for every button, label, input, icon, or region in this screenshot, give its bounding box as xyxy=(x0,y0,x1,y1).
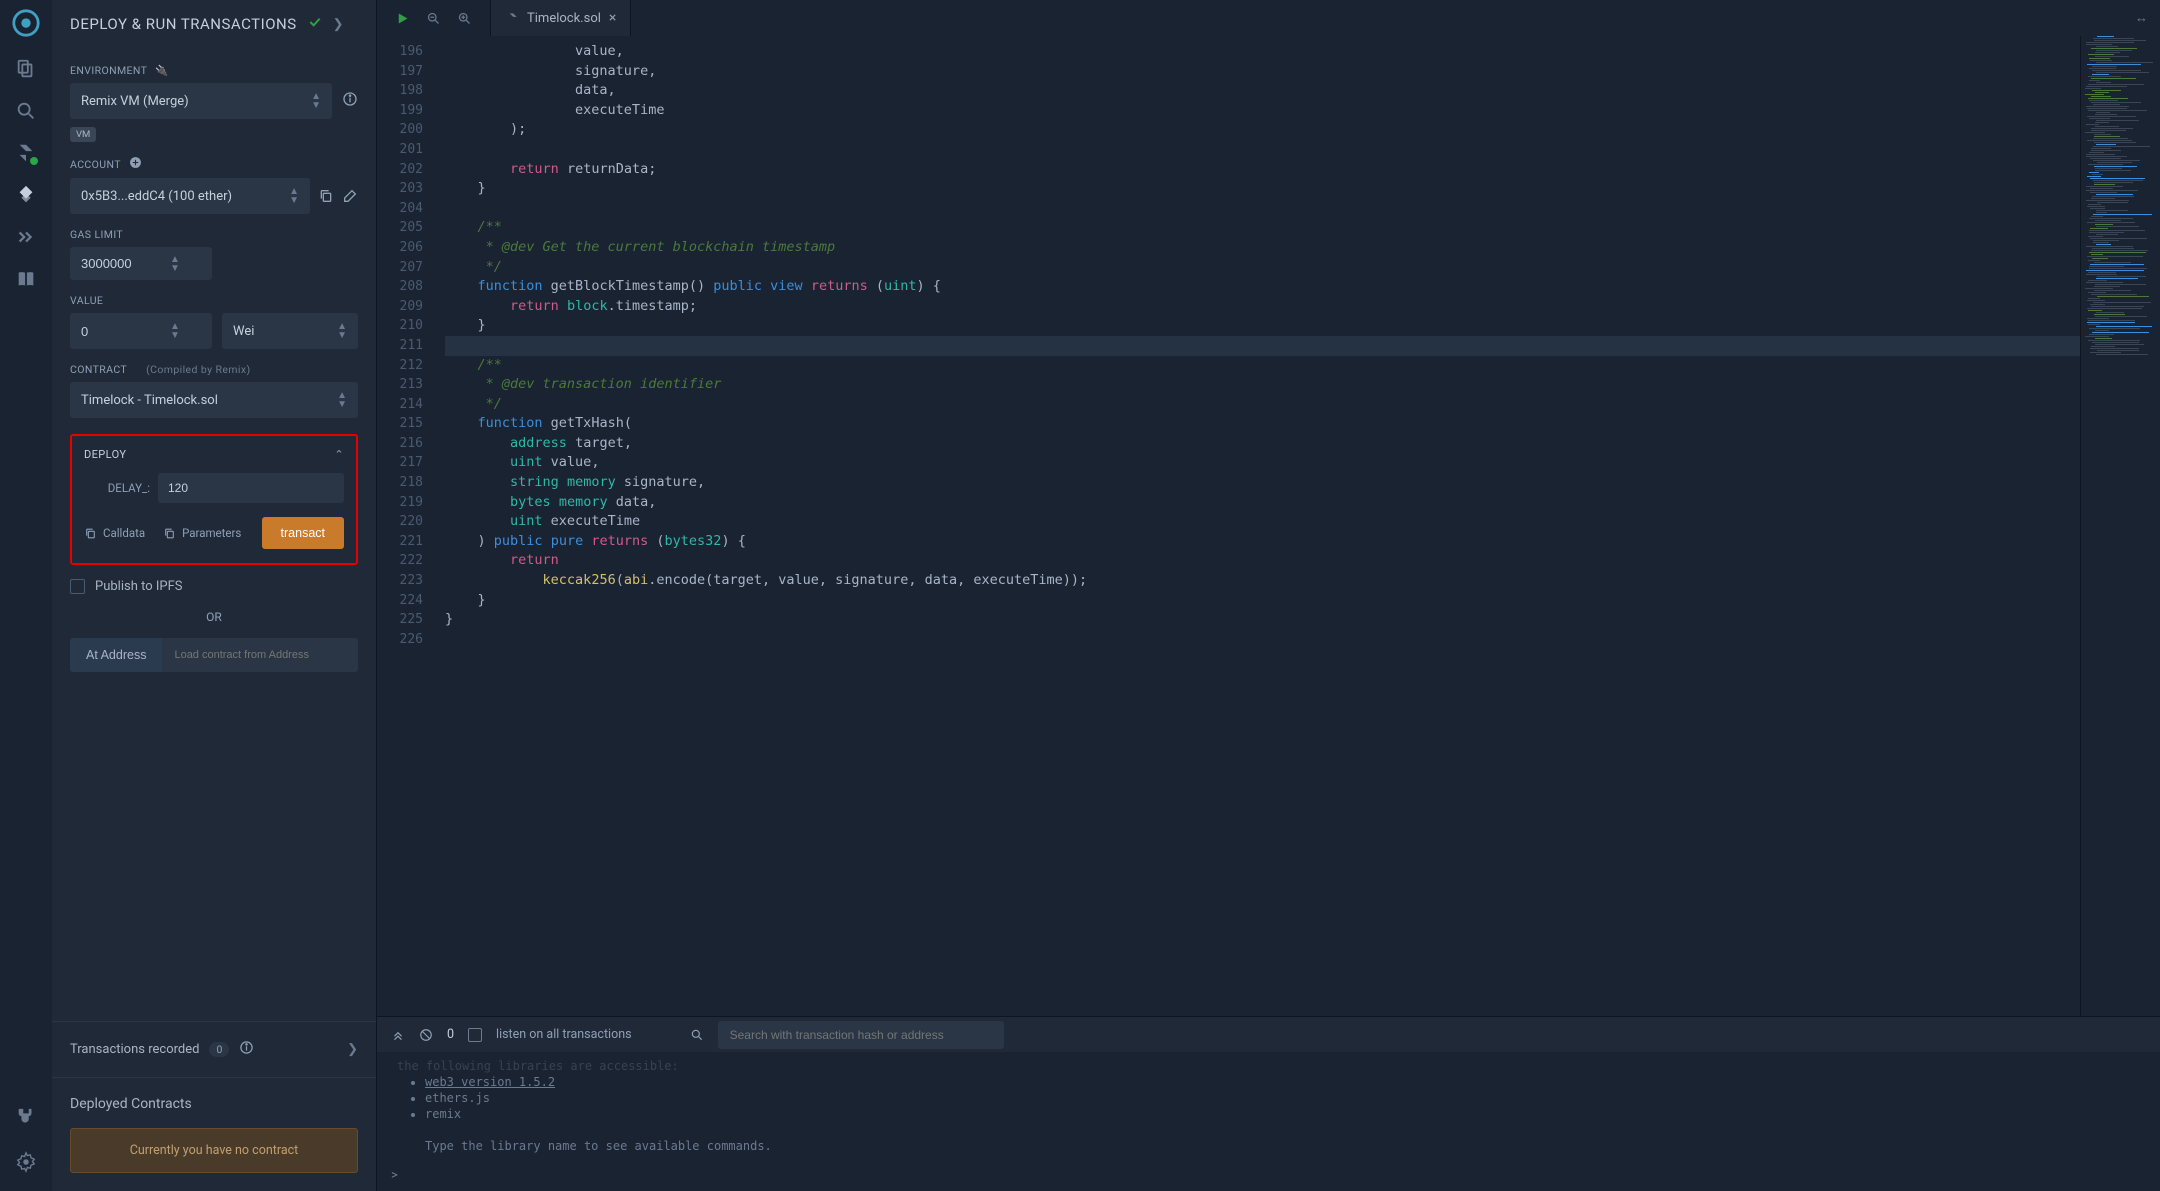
plugin-icon[interactable] xyxy=(15,1107,37,1129)
deploy-label: DEPLOY xyxy=(84,448,126,461)
deployed-contracts-label: Deployed Contracts xyxy=(70,1096,358,1112)
search-icon[interactable] xyxy=(690,1028,704,1042)
collapse-icon[interactable] xyxy=(391,1028,405,1042)
edit-icon[interactable] xyxy=(342,188,358,204)
ipfs-label: Publish to IPFS xyxy=(95,579,183,594)
compile-success-badge xyxy=(29,156,39,166)
remix-logo[interactable] xyxy=(11,8,41,38)
at-address-input[interactable] xyxy=(162,638,358,672)
stepper-arrows-icon[interactable]: ▲▼ xyxy=(170,322,188,340)
no-contract-card: Currently you have no contract xyxy=(70,1128,358,1173)
delay-input[interactable] xyxy=(158,473,344,503)
value-input[interactable]: ▲▼ xyxy=(70,313,212,349)
contract-note: (Compiled by Remix) xyxy=(146,363,250,376)
account-label: ACCOUNT xyxy=(70,158,121,171)
delay-param-label: DELAY_: xyxy=(84,481,158,495)
value-unit-select[interactable]: Wei▲▼ xyxy=(222,313,358,349)
select-arrows-icon: ▲▼ xyxy=(311,92,321,110)
select-arrows-icon: ▲▼ xyxy=(337,391,347,409)
contract-select[interactable]: Timelock - Timelock.sol▲▼ xyxy=(70,382,358,418)
icon-rail xyxy=(0,0,52,1191)
environment-select[interactable]: Remix VM (Merge) ▲▼ xyxy=(70,83,332,119)
chevron-up-icon[interactable]: ⌃ xyxy=(334,448,344,461)
terminal-bar: 0 listen on all transactions xyxy=(377,1016,2160,1052)
clear-icon[interactable] xyxy=(419,1028,433,1042)
file-explorer-icon[interactable] xyxy=(15,58,37,80)
value-label: VALUE xyxy=(70,294,358,307)
gas-limit-label: GAS LIMIT xyxy=(70,228,358,241)
editor-top-bar: Timelock.sol × ↔ xyxy=(377,0,2160,36)
play-icon[interactable] xyxy=(395,11,410,26)
info-icon[interactable] xyxy=(239,1040,254,1059)
tab-filename: Timelock.sol xyxy=(527,11,601,26)
zoom-in-icon[interactable] xyxy=(457,11,472,26)
minimap[interactable] xyxy=(2080,36,2160,1016)
chevron-right-icon[interactable]: ❯ xyxy=(347,1042,358,1057)
line-gutter: 1961971981992002012022032042052062072082… xyxy=(377,36,437,1016)
terminal-prompt[interactable]: > xyxy=(377,1160,2160,1191)
debug-icon[interactable] xyxy=(15,226,37,248)
terminal-search-input[interactable] xyxy=(718,1021,1004,1049)
environment-label: ENVIRONMENT xyxy=(70,64,147,77)
gas-limit-input[interactable]: ▲▼ xyxy=(70,247,212,280)
ipfs-checkbox[interactable] xyxy=(70,579,85,594)
close-icon[interactable]: × xyxy=(609,10,616,26)
search-icon[interactable] xyxy=(15,100,37,122)
stepper-arrows-icon[interactable]: ▲▼ xyxy=(170,255,188,273)
listen-checkbox[interactable] xyxy=(468,1028,482,1042)
main-area: Timelock.sol × ↔ 19619719819920020120220… xyxy=(377,0,2160,1191)
copy-icon[interactable] xyxy=(318,188,334,204)
panel-title: DEPLOY & RUN TRANSACTIONS xyxy=(70,15,297,33)
transactions-recorded[interactable]: Transactions recorded 0 ❯ xyxy=(52,1021,376,1077)
chevron-right-icon[interactable]: ❯ xyxy=(333,17,344,32)
parameters-button[interactable]: Parameters xyxy=(163,526,241,540)
expand-icon[interactable]: ↔ xyxy=(2135,10,2160,26)
add-account-icon[interactable] xyxy=(129,156,142,172)
select-arrows-icon: ▲▼ xyxy=(289,187,299,205)
listen-label: listen on all transactions xyxy=(496,1027,632,1042)
pending-count: 0 xyxy=(447,1027,454,1042)
terminal-output[interactable]: the following libraries are accessible: … xyxy=(377,1052,2160,1160)
zoom-out-icon[interactable] xyxy=(426,11,441,26)
deploy-box: DEPLOY ⌃ DELAY_: Calldata Parameters tra… xyxy=(70,434,358,565)
deploy-icon[interactable] xyxy=(15,184,37,206)
vm-tag: VM xyxy=(70,127,96,142)
at-address-button[interactable]: At Address xyxy=(70,638,162,672)
calldata-button[interactable]: Calldata xyxy=(84,526,145,540)
account-select[interactable]: 0x5B3...eddC4 (100 ether) ▲▼ xyxy=(70,178,310,214)
solidity-file-icon xyxy=(505,11,519,25)
select-arrows-icon: ▲▼ xyxy=(337,322,347,340)
contract-label: CONTRACT xyxy=(70,363,127,376)
tx-count-badge: 0 xyxy=(209,1042,229,1057)
editor-tab[interactable]: Timelock.sol × xyxy=(490,0,631,36)
plug-icon[interactable]: 🔌 xyxy=(155,64,168,77)
deploy-panel: DEPLOY & RUN TRANSACTIONS ❯ ENVIRONMENT … xyxy=(52,0,377,1191)
or-separator: OR xyxy=(70,610,358,624)
book-icon[interactable] xyxy=(15,268,37,290)
code-editor[interactable]: value, signature, data, executeTime ); r… xyxy=(437,36,2080,1016)
compiler-icon[interactable] xyxy=(15,142,37,164)
info-icon[interactable] xyxy=(342,91,358,111)
settings-icon[interactable] xyxy=(15,1151,37,1173)
transact-button[interactable]: transact xyxy=(262,517,344,549)
check-icon xyxy=(307,14,323,34)
